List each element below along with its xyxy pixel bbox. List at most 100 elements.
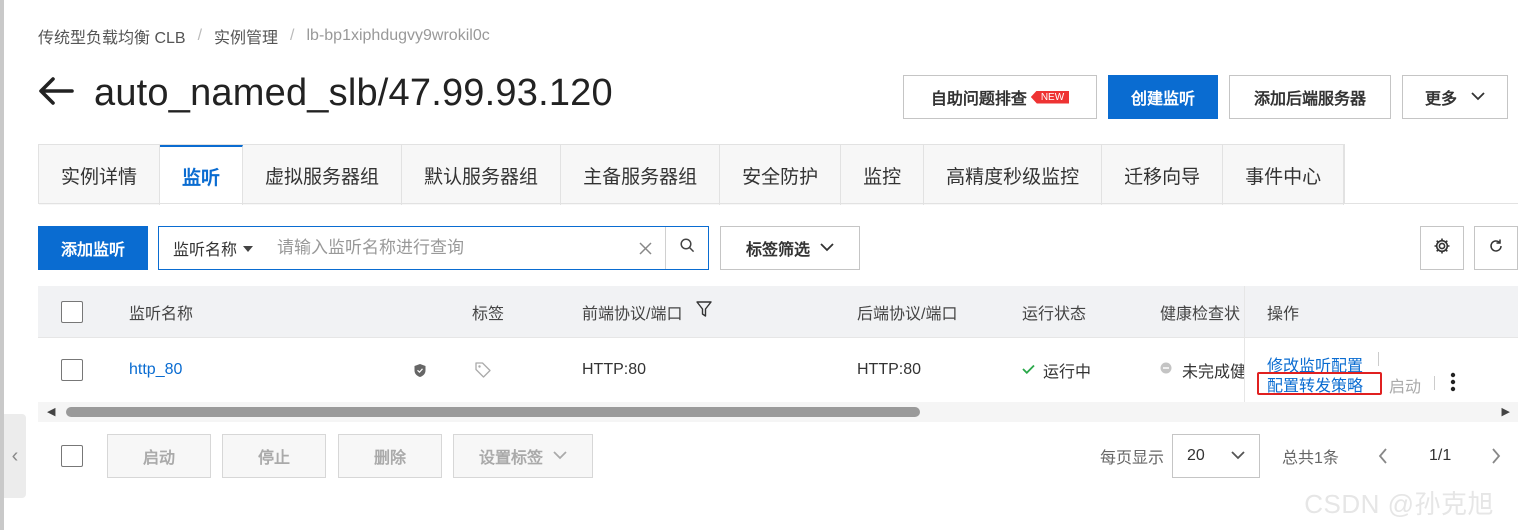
troubleshoot-button[interactable]: 自助问题排查 NEW bbox=[903, 75, 1097, 119]
start-listener-link[interactable]: 启动 bbox=[1389, 373, 1421, 397]
tab-listeners[interactable]: 监听 bbox=[160, 145, 244, 205]
listener-name-link[interactable]: http_80 bbox=[129, 338, 182, 402]
operations-column: 操作 修改监听配置 配置转发策略 启动 bbox=[1244, 286, 1518, 402]
breadcrumb-instance-management[interactable]: 实例管理 bbox=[214, 24, 278, 48]
settings-button[interactable] bbox=[1420, 226, 1464, 270]
more-vertical-icon[interactable] bbox=[1450, 372, 1456, 397]
column-header-frontend-label: 前端协议/端口 bbox=[582, 305, 683, 323]
column-header-status: 运行状态 bbox=[1022, 305, 1087, 323]
ops-divider bbox=[1434, 376, 1435, 390]
check-icon bbox=[1022, 361, 1035, 379]
tag-icon[interactable] bbox=[474, 338, 492, 402]
scroll-left-icon[interactable]: ◀ bbox=[47, 405, 55, 418]
tab-migration-wizard[interactable]: 迁移向导 bbox=[1102, 145, 1224, 205]
set-tags-label: 设置标签 bbox=[478, 450, 543, 467]
row-select-cell bbox=[61, 338, 83, 402]
per-page-label: 每页显示 bbox=[1100, 450, 1165, 467]
search-field-select[interactable]: 监听名称 bbox=[159, 227, 267, 269]
tab-high-precision-monitoring[interactable]: 高精度秒级监控 bbox=[924, 145, 1103, 205]
ops-divider bbox=[1378, 352, 1379, 366]
chevron-left-icon: ‹ bbox=[11, 444, 19, 467]
health-pending-icon bbox=[1160, 361, 1172, 379]
chevron-down-icon bbox=[1471, 88, 1485, 106]
page-size-value: 20 bbox=[1187, 447, 1205, 464]
row-checkbox[interactable] bbox=[61, 359, 83, 381]
health-text: 未完成健 bbox=[1182, 364, 1244, 381]
column-header-frontend: 前端协议/端口 bbox=[582, 286, 713, 337]
tab-vserver-groups[interactable]: 虚拟服务器组 bbox=[243, 145, 403, 205]
create-listener-button[interactable]: 创建监听 bbox=[1108, 75, 1218, 119]
prev-page-icon[interactable] bbox=[1378, 434, 1388, 478]
column-header-name: 监听名称 bbox=[129, 305, 194, 323]
horizontal-scrollbar[interactable]: ◀ ▶ bbox=[38, 402, 1518, 422]
column-header-backend: 后端协议/端口 bbox=[857, 305, 958, 323]
breadcrumb: 传统型负载均衡 CLB / 实例管理 / lb-bp1xiphdugvy9wro… bbox=[38, 24, 490, 48]
footer-select-all-checkbox[interactable] bbox=[61, 445, 83, 467]
page-title: auto_named_slb/47.99.93.120 bbox=[94, 72, 613, 114]
refresh-icon bbox=[1488, 238, 1504, 259]
troubleshoot-label: 自助问题排查 bbox=[930, 91, 1027, 108]
tab-instance-details[interactable]: 实例详情 bbox=[39, 145, 161, 205]
tag-filter-label: 标签筛选 bbox=[745, 242, 810, 259]
search-box: 监听名称 bbox=[158, 226, 709, 270]
search-field-label: 监听名称 bbox=[172, 242, 237, 259]
operations-cell: 修改监听配置 配置转发策略 启动 bbox=[1245, 338, 1518, 402]
collapse-sidebar-handle[interactable]: ‹ bbox=[4, 414, 26, 498]
watermark: CSDN @孙克旭 bbox=[1304, 489, 1494, 519]
health-cell: 未完成健 bbox=[1160, 338, 1244, 402]
batch-start-button[interactable]: 启动 bbox=[107, 434, 211, 478]
column-header-operations: 操作 bbox=[1245, 286, 1518, 338]
batch-stop-button[interactable]: 停止 bbox=[222, 434, 326, 478]
footer-select-cell bbox=[61, 434, 83, 478]
tab-primary-secondary-groups[interactable]: 主备服务器组 bbox=[561, 145, 721, 205]
scroll-right-icon[interactable]: ▶ bbox=[1502, 405, 1510, 418]
refresh-button[interactable] bbox=[1474, 226, 1518, 270]
filter-icon[interactable] bbox=[696, 300, 713, 323]
new-badge: NEW bbox=[1030, 90, 1070, 104]
next-page-icon[interactable] bbox=[1491, 434, 1501, 478]
chevron-down-icon bbox=[553, 447, 567, 465]
breadcrumb-clb[interactable]: 传统型负载均衡 CLB bbox=[38, 24, 186, 48]
shield-icon[interactable] bbox=[413, 338, 427, 402]
batch-delete-button[interactable]: 删除 bbox=[338, 434, 442, 478]
chevron-down-icon bbox=[1231, 447, 1245, 465]
column-header-health: 健康检查状 bbox=[1160, 305, 1241, 323]
tag-filter-button[interactable]: 标签筛选 bbox=[720, 226, 860, 270]
select-all-cell bbox=[61, 286, 83, 337]
total-count: 总共1条 bbox=[1282, 450, 1339, 467]
page-size-select[interactable]: 20 bbox=[1172, 434, 1260, 478]
table-footer: 启动 停止 删除 设置标签 每页显示 20 总共1条 1/1 bbox=[38, 434, 1518, 478]
tab-default-server-group[interactable]: 默认服务器组 bbox=[402, 145, 562, 205]
scroll-thumb[interactable] bbox=[66, 407, 920, 417]
clear-icon[interactable] bbox=[625, 227, 665, 269]
more-button[interactable]: 更多 bbox=[1402, 75, 1508, 119]
search-icon bbox=[679, 238, 695, 258]
breadcrumb-separator: / bbox=[290, 27, 295, 44]
listener-toolbar: 添加监听 监听名称 标签筛选 bbox=[38, 226, 1518, 270]
tab-monitoring[interactable]: 监控 bbox=[841, 145, 925, 205]
search-input[interactable] bbox=[267, 227, 625, 269]
column-header-tags: 标签 bbox=[472, 305, 505, 323]
highlight-box bbox=[1257, 372, 1382, 395]
tab-bar: 实例详情 监听 虚拟服务器组 默认服务器组 主备服务器组 安全防护 监控 高精度… bbox=[38, 144, 1346, 205]
chevron-down-icon bbox=[820, 239, 834, 257]
tab-security[interactable]: 安全防护 bbox=[720, 145, 842, 205]
title-row: auto_named_slb/47.99.93.120 bbox=[38, 72, 613, 115]
backend-port: HTTP:80 bbox=[857, 361, 922, 378]
frontend-port: HTTP:80 bbox=[582, 361, 647, 378]
select-all-checkbox[interactable] bbox=[61, 300, 83, 323]
breadcrumb-separator: / bbox=[197, 27, 203, 44]
tab-event-center[interactable]: 事件中心 bbox=[1223, 145, 1345, 205]
back-arrow-icon[interactable] bbox=[38, 75, 74, 113]
header-actions: 自助问题排查 NEW 创建监听 添加后端服务器 更多 bbox=[903, 75, 1508, 119]
add-listener-button[interactable]: 添加监听 bbox=[38, 226, 148, 270]
set-tags-button[interactable]: 设置标签 bbox=[453, 434, 593, 478]
status-cell: 运行中 bbox=[1022, 338, 1091, 402]
gear-icon bbox=[1433, 237, 1451, 260]
tabs-divider bbox=[38, 203, 1518, 204]
add-backend-server-button[interactable]: 添加后端服务器 bbox=[1229, 75, 1391, 119]
status-text: 运行中 bbox=[1043, 364, 1092, 381]
search-button[interactable] bbox=[665, 227, 708, 269]
breadcrumb-instance-id: lb-bp1xiphdugvy9wrokil0c bbox=[306, 27, 490, 44]
more-label: 更多 bbox=[1424, 91, 1457, 108]
